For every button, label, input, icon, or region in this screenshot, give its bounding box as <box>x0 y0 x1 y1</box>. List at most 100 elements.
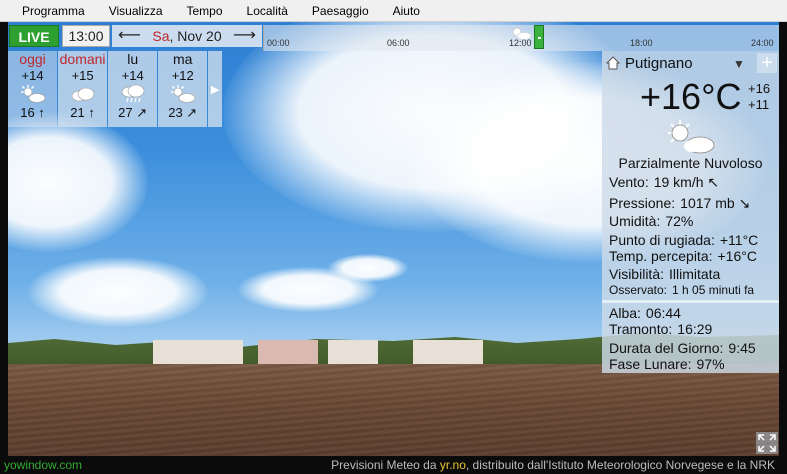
cloud-shape <box>8 112 148 252</box>
town-buildings <box>328 340 378 366</box>
forecast-day-tuesday[interactable]: ma +12 23 ↗ <box>158 51 208 127</box>
wind-row: Vento: 19 km/h ↖ <box>609 174 719 191</box>
status-bar: yowindow.com Previsioni Meteo da yr.no, … <box>0 456 787 474</box>
rain-cloud-icon <box>121 84 144 103</box>
current-temperature: +16°C <box>640 76 742 117</box>
credits-text: Previsioni Meteo da yr.no, distribuito d… <box>331 456 775 474</box>
sunrise-row: Alba: 06:44 <box>609 305 681 321</box>
live-button[interactable]: LIVE <box>9 25 59 47</box>
forecast-day-monday[interactable]: lu +14 27 ↗ <box>108 51 158 127</box>
partly-cloudy-icon <box>668 120 715 154</box>
menu-visualizza[interactable]: Visualizza <box>97 0 175 22</box>
menu-programma[interactable]: Programma <box>10 0 97 22</box>
humidity-label: Umidità: <box>609 213 661 229</box>
moon-phase-row: Fase Lunare: 97% <box>609 356 725 372</box>
tick-label: 18:00 <box>630 38 653 48</box>
forecast-strip: oggi +14 16 ↑ domani +15 21 ↑ lu +14 27 … <box>8 51 222 127</box>
fullscreen-button[interactable] <box>756 432 778 454</box>
town-buildings <box>413 340 483 366</box>
date-navigator: ⟵ Sa, Nov 20 ⟶ <box>112 25 262 47</box>
visibility-value: Illimitata <box>669 266 721 282</box>
day-wind: 27 ↗ <box>118 105 148 120</box>
visibility-label: Visibilità: <box>609 266 664 282</box>
date-label: Sa, Nov 20 <box>152 28 221 44</box>
day-wind: 23 ↗ <box>168 105 198 120</box>
day-name: oggi <box>19 51 46 67</box>
forecast-day-today[interactable]: oggi +14 16 ↑ <box>8 51 58 127</box>
date-rest: , Nov 20 <box>169 28 222 44</box>
wind-label: Vento: <box>609 174 649 190</box>
observed-label: Osservato: <box>609 283 668 297</box>
cloud-shape <box>28 257 208 327</box>
time-slider-handle[interactable] <box>534 25 544 49</box>
date-weekday: Sa <box>152 28 170 44</box>
brand-link[interactable]: yowindow.com <box>4 456 82 474</box>
day-temp: +12 <box>171 68 194 83</box>
sunrise-label: Alba: <box>609 305 641 321</box>
credits-before: Previsioni Meteo da <box>331 458 440 472</box>
feels-like-row: Temp. percepita: +16°C <box>609 248 757 264</box>
day-temp: +14 <box>121 68 144 83</box>
previous-day-button[interactable]: ⟵ <box>118 26 141 46</box>
wind-value: 19 km/h ↖ <box>653 174 720 190</box>
observed-value: 1 h 05 minuti fa <box>672 283 755 297</box>
town-buildings <box>153 340 243 366</box>
menu-paesaggio[interactable]: Paesaggio <box>300 0 381 22</box>
tick-label: 24:00 <box>751 38 774 48</box>
panel-divider <box>602 300 779 303</box>
sunset-label: Tramonto: <box>609 321 673 337</box>
time-slider[interactable]: 00:00 06:00 12:00 18:00 24:00 <box>263 25 779 51</box>
home-icon[interactable] <box>605 55 621 71</box>
observed-row: Osservato: 1 h 05 minuti fa <box>609 283 776 297</box>
yr-link[interactable]: yr.no <box>440 458 466 472</box>
day-name: lu <box>127 51 139 67</box>
day-temp: +15 <box>71 68 94 83</box>
next-day-button[interactable]: ⟶ <box>233 26 256 46</box>
weather-description: Parzialmente Nuvoloso <box>618 155 763 171</box>
daylength-row: Durata del Giorno: 9:45 <box>609 340 756 356</box>
location-name[interactable]: Putignano <box>625 55 693 72</box>
partly-cloudy-icon <box>512 27 532 40</box>
partly-cloudy-icon <box>170 85 196 103</box>
pressure-row: Pressione: 1017 mb ↘ <box>609 195 750 212</box>
cloud-shape <box>328 254 408 282</box>
humidity-value: 72% <box>665 213 694 229</box>
daylength-label: Durata del Giorno: <box>609 340 724 356</box>
location-dropdown-icon[interactable]: ▼ <box>733 57 745 71</box>
humidity-row: Umidità: 72% <box>609 213 693 229</box>
partly-cloudy-icon <box>20 85 45 103</box>
sunrise-value: 06:44 <box>645 305 681 321</box>
temp-low: +11 <box>748 97 770 112</box>
tick-label: 06:00 <box>387 38 410 48</box>
menu-localita[interactable]: Località <box>235 0 300 22</box>
day-wind: 16 ↑ <box>20 105 45 120</box>
add-location-button[interactable]: + <box>757 53 777 73</box>
location-row: Putignano <box>602 51 779 75</box>
day-wind: 21 ↑ <box>70 105 95 120</box>
sunset-value: 16:29 <box>677 321 713 337</box>
high-low: +16 +11 <box>748 81 770 113</box>
forecast-more-button[interactable]: ▶ <box>208 51 222 127</box>
dewpoint-label: Punto di rugiada: <box>609 232 715 248</box>
day-name: domani <box>59 51 106 67</box>
menu-aiuto[interactable]: Aiuto <box>381 0 432 22</box>
forecast-day-tomorrow[interactable]: domani +15 21 ↑ <box>58 51 108 127</box>
feels-like-value: +16°C <box>717 248 757 264</box>
moon-phase-value: 97% <box>696 356 725 372</box>
dewpoint-value: +11°C <box>719 232 759 248</box>
current-time: 13:00 <box>62 25 110 47</box>
dewpoint-row: Punto di rugiada: +11°C <box>609 232 758 248</box>
sunset-row: Tramonto: 16:29 <box>609 321 712 337</box>
moon-phase-label: Fase Lunare: <box>609 356 692 372</box>
feels-like-label: Temp. percepita: <box>609 248 713 264</box>
credits-after: , distribuito dall'Istituto Meteorologic… <box>465 458 775 472</box>
menu-tempo[interactable]: Tempo <box>175 0 235 22</box>
plowed-field <box>8 364 779 456</box>
town-buildings <box>258 340 318 366</box>
menu-bar: Programma Visualizza Tempo Località Paes… <box>0 0 787 22</box>
tick-label: 00:00 <box>267 38 290 48</box>
day-name: ma <box>172 51 193 67</box>
day-temp: +14 <box>21 68 44 83</box>
weather-info-panel: Putignano ▼ + +16°C +16 +11 Parzialmente… <box>602 51 779 373</box>
pressure-label: Pressione: <box>609 195 676 211</box>
